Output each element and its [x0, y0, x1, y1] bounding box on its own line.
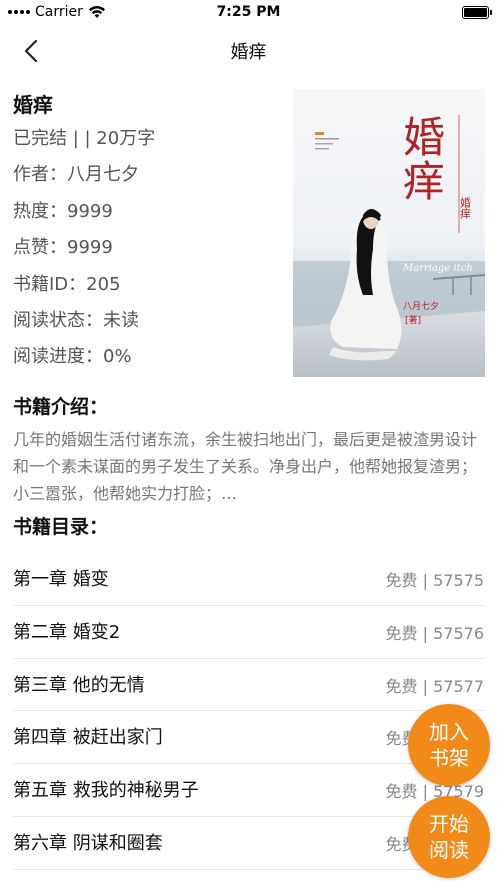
chapter-title: 第二章 婚变2	[13, 621, 121, 643]
chapter-meta: 免费 | 57576	[385, 623, 484, 643]
book-intro: 几年的婚姻生活付诸东流，余生被扫地出门，最后更是被渣男设计和一个素未谋面的男子发…	[13, 430, 478, 503]
chapter-title: 第一章 婚变	[13, 569, 109, 590]
chevron-left-icon	[24, 39, 38, 63]
chapter-meta: 免费 | 57575	[385, 571, 484, 590]
book-id: 书籍ID：205	[13, 273, 121, 295]
start-reading-button[interactable]: 开始阅读	[408, 796, 490, 878]
book-status: 已完结 | | 20万字	[13, 128, 156, 149]
chapter-row[interactable]: 第一章 婚变 免费 | 57575	[13, 553, 484, 606]
cover-english-title: Marriage itch	[402, 263, 473, 274]
read-progress: 阅读进度：0%	[13, 346, 132, 368]
cover-big-title: 婚痒	[397, 115, 446, 203]
cover-author: 八月七夕	[403, 300, 439, 312]
status-bar: Carrier 7:25 PM	[0, 0, 497, 26]
cover-small-title: 婚痒	[459, 196, 472, 220]
chapter-title: 第三章 他的无情	[13, 674, 145, 696]
book-heat: 热度：9999	[13, 200, 113, 222]
intro-heading: 书籍介绍：	[13, 396, 109, 418]
chapter-row[interactable]: 第五章 救我的神秘男子 免费 | 57579	[13, 764, 484, 817]
battery-icon	[462, 6, 492, 19]
book-info: 婚痒 已完结 | | 20万字 作者：八月七夕 热度：9999 点赞：9999 …	[13, 89, 283, 376]
book-cover: 婚痒 婚痒 Marriage itch 八月七夕 [著]	[293, 89, 485, 377]
nav-bar: 婚痒	[0, 26, 497, 76]
add-to-shelf-button[interactable]: 加入书架	[408, 704, 490, 786]
book-title: 婚痒	[13, 93, 53, 117]
chapter-title: 第五章 救我的神秘男子	[13, 780, 199, 802]
chapter-title: 第六章 阴谋和圈套	[13, 832, 163, 854]
chapter-row[interactable]: 第三章 他的无情 免费 | 57577	[13, 659, 484, 712]
cover-author-note: [著]	[405, 314, 421, 326]
book-author: 作者：八月七夕	[13, 164, 139, 186]
start-reading-label: 开始阅读	[429, 812, 469, 862]
chapter-row[interactable]: 第二章 婚变2 免费 | 57576	[13, 606, 484, 659]
read-status: 阅读状态：未读	[13, 309, 139, 331]
status-time: 7:25 PM	[216, 4, 281, 20]
add-to-shelf-label: 加入书架	[429, 720, 469, 770]
back-button[interactable]	[16, 36, 46, 66]
chapter-title: 第四章 被赶出家门	[13, 727, 163, 749]
toc-heading: 书籍目录：	[13, 516, 109, 538]
chapter-meta: 免费 | 57577	[385, 676, 484, 696]
page-title: 婚痒	[230, 42, 267, 63]
book-likes: 点赞：9999	[13, 237, 113, 259]
